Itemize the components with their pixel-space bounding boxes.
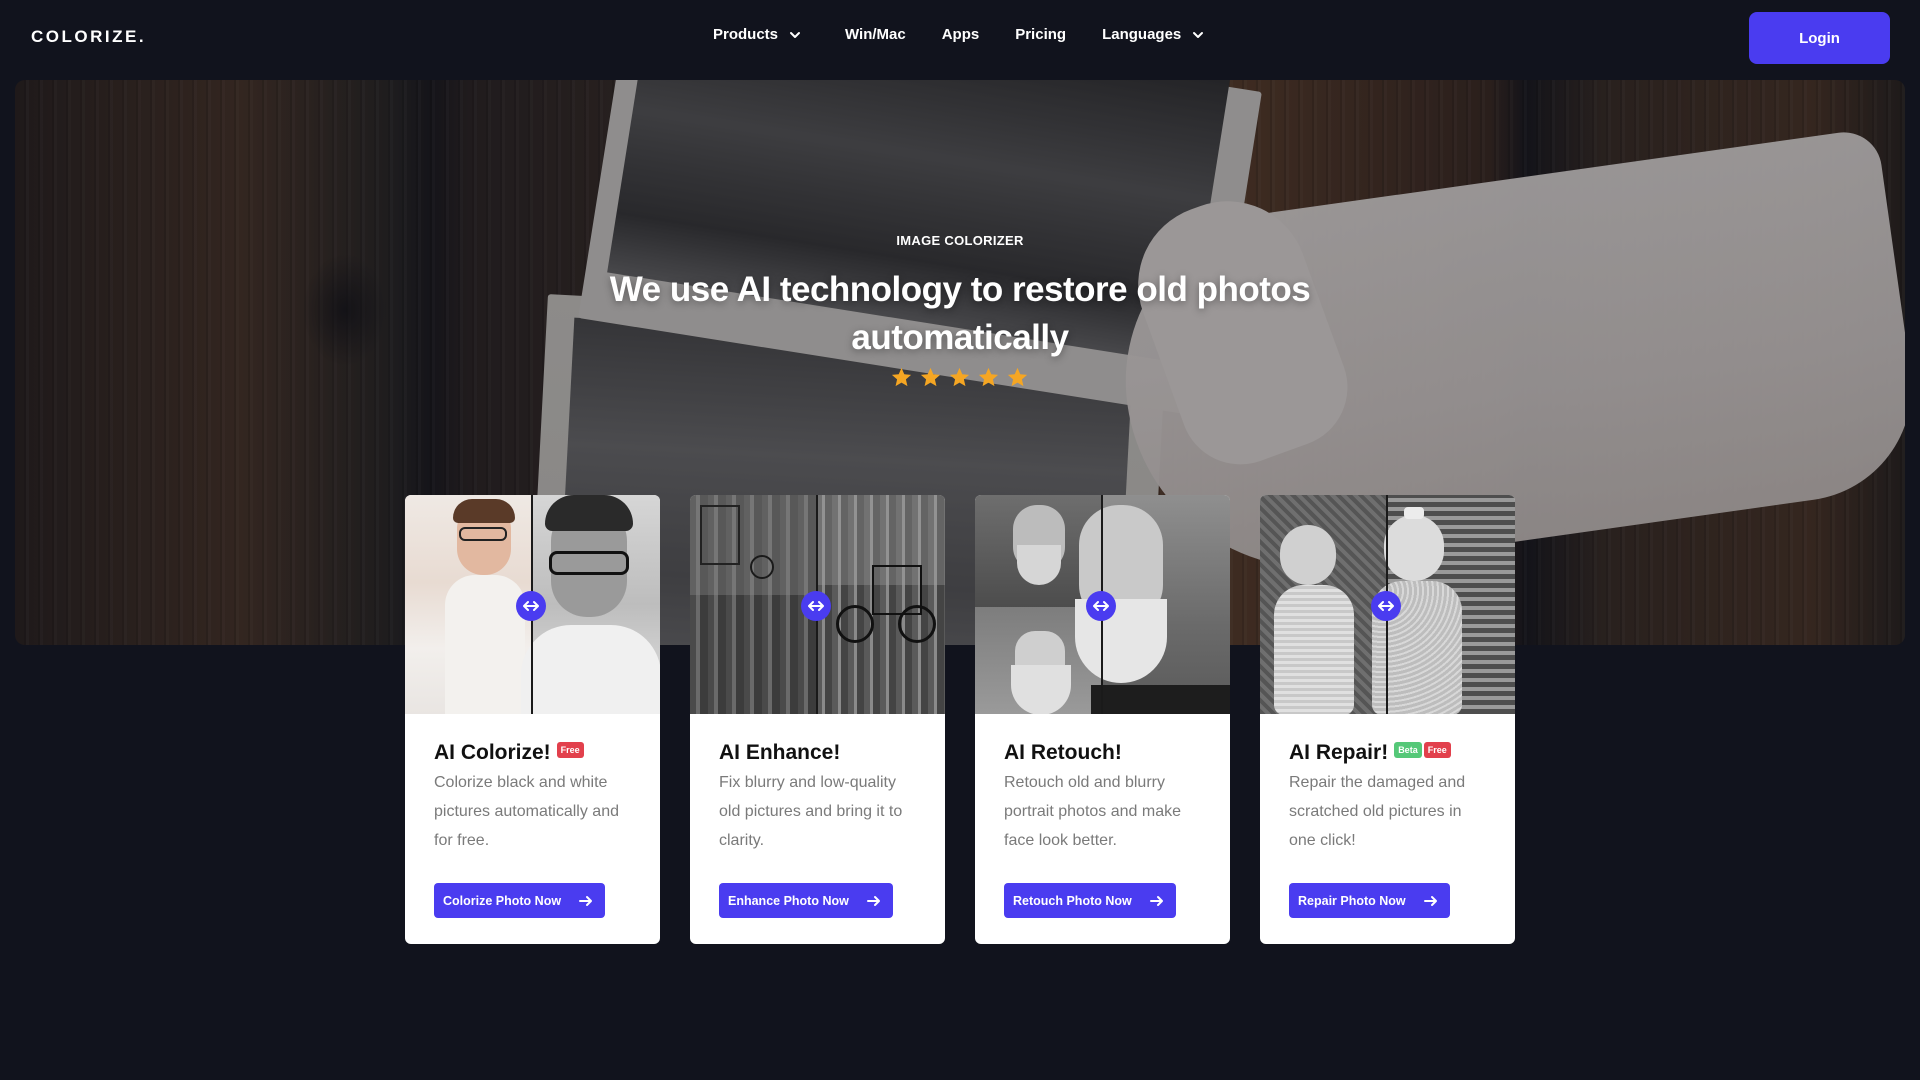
free-badge: Free: [556, 742, 584, 758]
compare-slider-handle[interactable]: [801, 591, 831, 621]
site-logo[interactable]: COLORIZE.: [31, 27, 146, 47]
card-ai-colorize: AI Colorize! Free Colorize black and whi…: [405, 495, 660, 944]
card-title-text: AI Colorize!: [434, 741, 551, 764]
retouch-photo-button[interactable]: Retouch Photo Now: [1004, 883, 1176, 918]
rating-stars: [890, 366, 1029, 389]
card-description: Fix blurry and low-quality old pictures …: [719, 774, 903, 849]
swap-arrows-icon: [1378, 601, 1394, 611]
star-icon: [978, 367, 999, 387]
swap-arrows-icon: [808, 601, 824, 611]
menu-item-label: Apps: [941, 26, 980, 43]
star-icon: [1007, 367, 1028, 387]
arrow-right-icon: [1149, 895, 1163, 906]
button-label: Enhance Photo Now: [728, 893, 849, 908]
menu-item-products[interactable]: Products: [713, 26, 802, 43]
original-half: [1260, 495, 1386, 714]
card-title-text: AI Repair!: [1289, 741, 1389, 764]
menu-item-label: Pricing: [1015, 26, 1067, 43]
card-ai-retouch: AI Retouch! Retouch old and blurry portr…: [975, 495, 1230, 944]
main-menu: Products Win/Mac Apps Pricing Languages: [713, 26, 1205, 43]
original-half: [521, 495, 660, 714]
card-ai-repair: AI Repair! Beta Free Repair the damaged …: [1260, 495, 1515, 944]
login-button[interactable]: Login: [1749, 12, 1890, 64]
swap-arrows-icon: [523, 601, 539, 611]
top-navbar: COLORIZE. Products Win/Mac Apps Pricing …: [0, 0, 1920, 76]
card-title-text: AI Enhance!: [719, 741, 841, 764]
button-label: Colorize Photo Now: [443, 893, 562, 908]
beta-badge: Beta: [1394, 742, 1422, 758]
card-description: Colorize black and white pictures automa…: [434, 774, 619, 849]
menu-item-languages[interactable]: Languages: [1102, 26, 1205, 43]
free-badge: Free: [1423, 742, 1451, 758]
before-after-image[interactable]: [1260, 495, 1515, 714]
swap-arrows-icon: [1093, 601, 1109, 611]
before-after-image[interactable]: [975, 495, 1230, 714]
star-icon: [891, 367, 912, 387]
menu-item-label: Win/Mac: [845, 26, 906, 43]
arrow-right-icon: [866, 895, 880, 906]
button-label: Retouch Photo Now: [1013, 893, 1132, 908]
compare-slider-handle[interactable]: [516, 591, 546, 621]
retouched-half: [1075, 495, 1230, 714]
star-icon: [920, 367, 941, 387]
original-half: [690, 495, 816, 714]
before-after-image[interactable]: [405, 495, 660, 714]
hero-eyebrow: IMAGE COLORIZER: [896, 233, 1024, 248]
compare-slider-handle[interactable]: [1371, 591, 1401, 621]
menu-item-apps[interactable]: Apps: [942, 26, 980, 43]
enhance-photo-button[interactable]: Enhance Photo Now: [719, 883, 893, 918]
enhanced-half: [816, 495, 945, 714]
arrow-right-icon: [579, 895, 593, 906]
colorize-photo-button[interactable]: Colorize Photo Now: [434, 883, 606, 918]
repaired-half: [1372, 495, 1515, 714]
menu-item-label: Products: [713, 26, 779, 43]
card-title: AI Repair! Beta Free: [1289, 741, 1451, 765]
card-title-text: AI Retouch!: [1004, 741, 1122, 764]
compare-slider-handle[interactable]: [1086, 591, 1116, 621]
arrow-right-icon: [1423, 895, 1437, 906]
card-title: AI Colorize! Free: [434, 741, 584, 765]
button-label: Repair Photo Now: [1298, 893, 1406, 908]
chevron-down-icon: [790, 31, 801, 38]
repair-photo-button[interactable]: Repair Photo Now: [1289, 883, 1450, 918]
card-description: Repair the damaged and scratched old pic…: [1289, 774, 1466, 849]
menu-item-label: Languages: [1102, 26, 1182, 43]
card-title: AI Retouch!: [1004, 741, 1122, 765]
star-icon: [949, 367, 970, 387]
menu-item-pricing[interactable]: Pricing: [1015, 26, 1066, 43]
chevron-down-icon: [1193, 31, 1204, 38]
card-description: Retouch old and blurry portrait photos a…: [1004, 774, 1181, 849]
product-cards: AI Colorize! Free Colorize black and whi…: [405, 495, 1515, 944]
hero-headline: We use AI technology to restore old phot…: [609, 270, 1311, 357]
before-after-image[interactable]: [690, 495, 945, 714]
card-title: AI Enhance!: [719, 741, 840, 765]
card-ai-enhance: AI Enhance! Fix blurry and low-quality o…: [690, 495, 945, 944]
colorized-half: [405, 495, 531, 714]
menu-item-winmac[interactable]: Win/Mac: [845, 26, 906, 43]
